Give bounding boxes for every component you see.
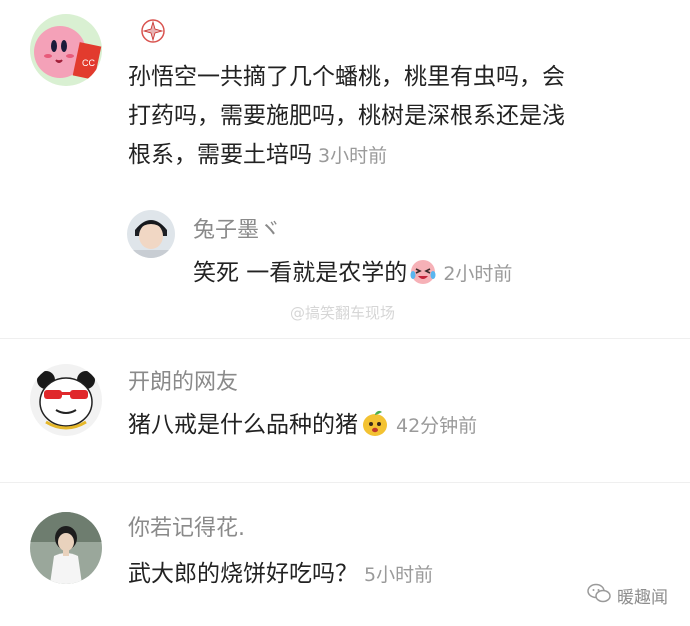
reply-text: 笑死 一看就是农学的 2小时前 [193, 254, 512, 299]
panda-sunglasses-avatar[interactable] [30, 364, 102, 436]
comment-text: 武大郎的烧饼好吃吗？ 5小时前 [128, 561, 434, 587]
divider [0, 338, 690, 339]
kirby-avatar[interactable]: CC [30, 14, 102, 86]
comment-username[interactable]: 开朗的网友 [128, 370, 238, 396]
comment-text: 孙悟空一共摘了几个蟠桃，桃里有虫吗，会 打药吗，需要施肥吗，桃树是深根系还是浅 … [128, 64, 565, 168]
comment-username[interactable]: 你若记得花. [128, 516, 245, 542]
boy-photo-avatar[interactable] [127, 210, 175, 258]
watermark: @搞笑翻车现场 [290, 304, 396, 322]
laughing-tears-emoji [409, 258, 437, 299]
svg-text:CC: CC [82, 58, 95, 68]
watermark-bottom: 暖趣闻 [587, 582, 668, 609]
comment-text: 猪八戒是什么品种的猪 42分钟前 [128, 406, 477, 451]
orange-face-emoji [360, 408, 390, 451]
comment-time: 42分钟前 [396, 415, 478, 437]
wechat-icon [587, 582, 611, 609]
person-photo-avatar[interactable] [30, 512, 102, 584]
divider [0, 482, 690, 483]
reply-username[interactable]: 兔子墨ヾ [193, 218, 281, 244]
seal-badge-icon [140, 18, 166, 44]
reply-time: 2小时前 [443, 263, 513, 285]
comment-time: 3小时前 [318, 145, 388, 167]
comment-time: 5小时前 [364, 564, 434, 586]
